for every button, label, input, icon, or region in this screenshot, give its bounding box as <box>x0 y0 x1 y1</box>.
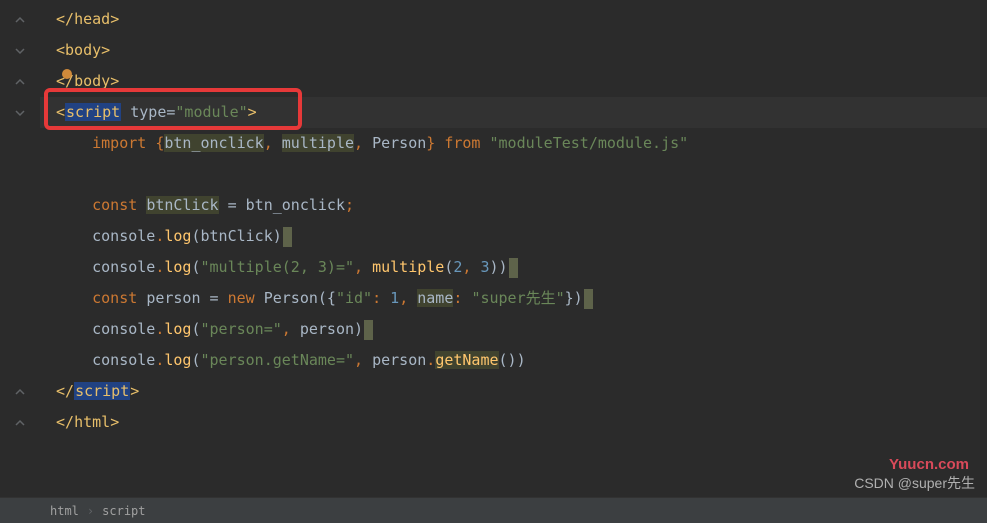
fold-spacer <box>0 190 40 221</box>
code-line[interactable]: <script type="module"> <box>40 97 987 128</box>
code-line[interactable]: const btnClick = btn_onclick; <box>40 190 987 221</box>
code-line[interactable]: console.log("person=", person) <box>40 314 987 345</box>
fold-up-icon[interactable] <box>0 407 40 438</box>
code-line[interactable]: <body> <box>40 35 987 66</box>
fold-up-icon[interactable] <box>0 376 40 407</box>
code-editor[interactable]: </head><body></body><script type="module… <box>0 0 987 490</box>
code-line[interactable]: const person = new Person({"id": 1, name… <box>40 283 987 314</box>
code-line[interactable]: import {btn_onclick, multiple, Person} f… <box>40 128 987 159</box>
code-area[interactable]: </head><body></body><script type="module… <box>40 0 987 490</box>
code-line[interactable]: </html> <box>40 407 987 438</box>
fold-spacer <box>0 345 40 376</box>
breadcrumb-item[interactable]: html <box>50 504 79 518</box>
fold-down-icon[interactable] <box>0 35 40 66</box>
fold-spacer <box>0 283 40 314</box>
code-line[interactable]: console.log("multiple(2, 3)=", multiple(… <box>40 252 987 283</box>
fold-up-icon[interactable] <box>0 4 40 35</box>
code-line[interactable]: console.log(btnClick) <box>40 221 987 252</box>
watermark-author: CSDN @super先生 <box>854 473 975 493</box>
code-line[interactable]: </script> <box>40 376 987 407</box>
fold-gutter <box>0 0 40 490</box>
fold-up-icon[interactable] <box>0 66 40 97</box>
body-tag-indicator <box>62 69 72 79</box>
fold-spacer <box>0 159 40 190</box>
code-line[interactable]: console.log("person.getName=", person.ge… <box>40 345 987 376</box>
breadcrumb[interactable]: html › script <box>0 497 987 523</box>
chevron-right-icon: › <box>87 504 94 518</box>
code-line[interactable]: </head> <box>40 4 987 35</box>
fold-spacer <box>0 221 40 252</box>
fold-down-icon[interactable] <box>0 97 40 128</box>
fold-spacer <box>0 128 40 159</box>
fold-spacer <box>0 314 40 345</box>
watermark-site: Yuucn.com <box>889 456 969 473</box>
code-line[interactable] <box>40 159 987 190</box>
fold-spacer <box>0 252 40 283</box>
breadcrumb-item[interactable]: script <box>102 504 145 518</box>
code-line[interactable]: </body> <box>40 66 987 97</box>
